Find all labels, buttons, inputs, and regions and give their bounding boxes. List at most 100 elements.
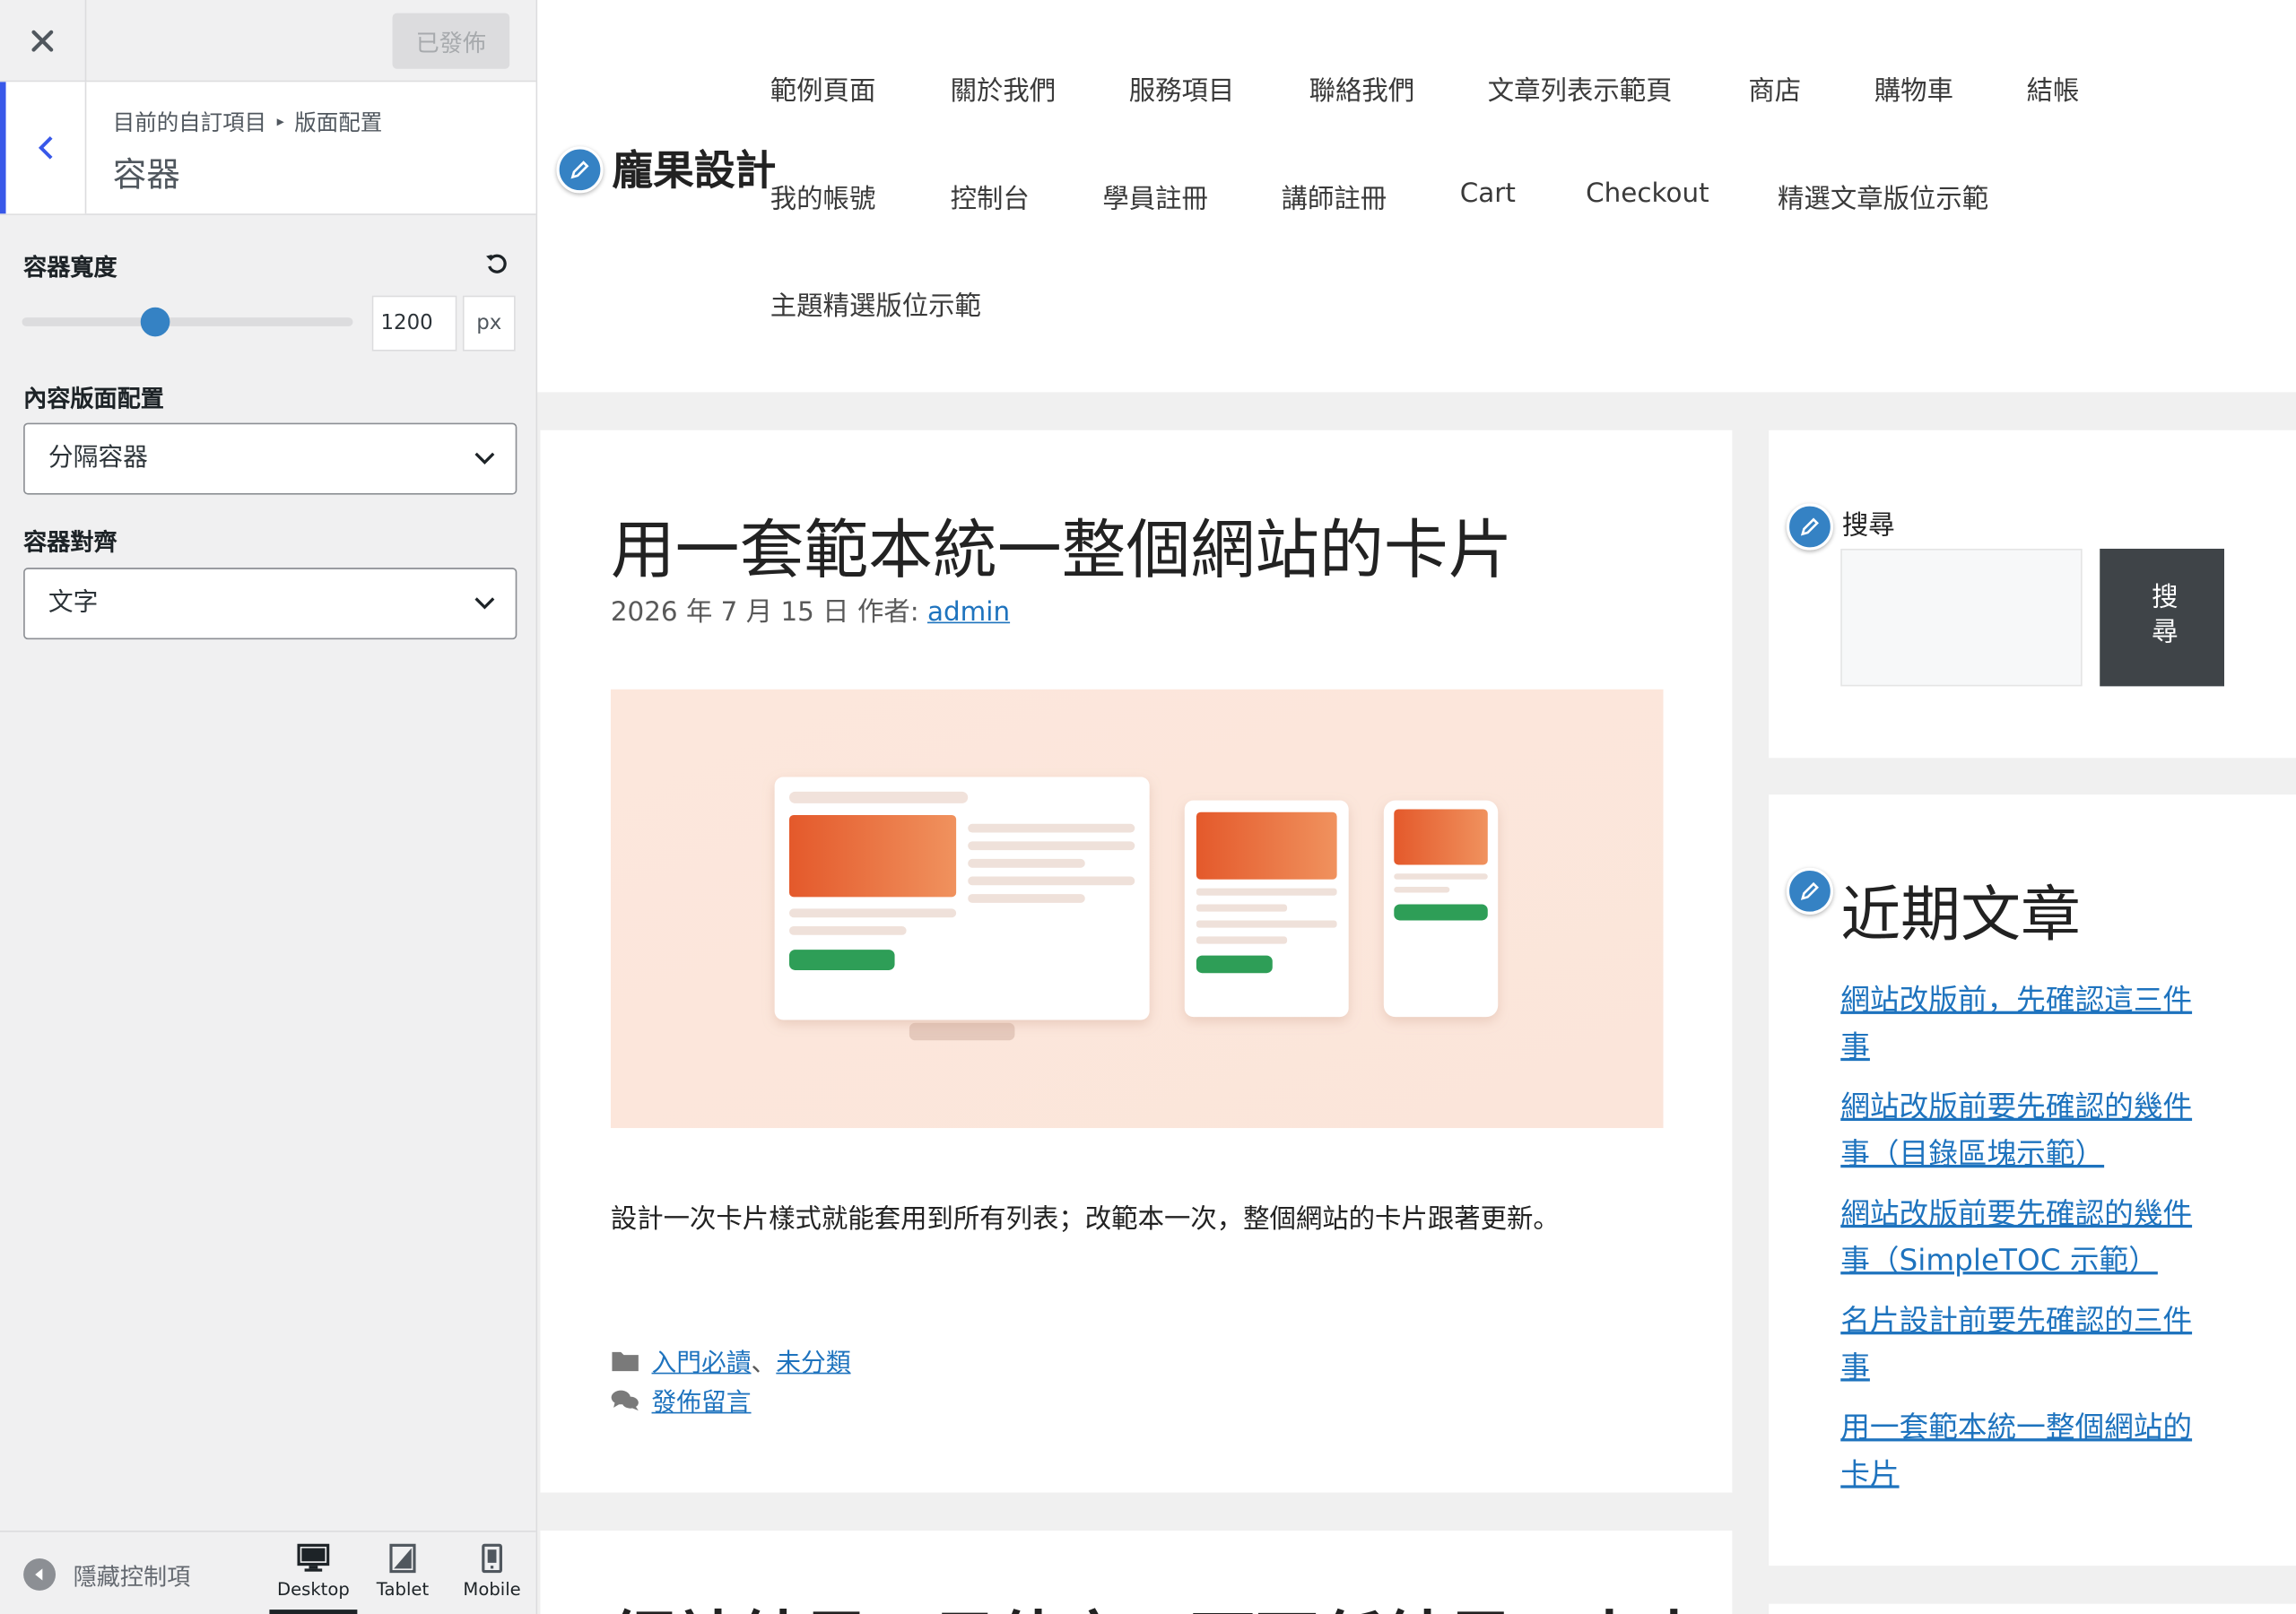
search-button[interactable]: 搜尋	[2100, 548, 2224, 687]
recent-posts-title: 近期文章	[1840, 879, 2081, 950]
search-button-label: 搜尋	[2147, 582, 2179, 653]
site-header: 龐果設計 範例頁面 關於我們 服務項目 聯絡我們 文章列表示範頁 商店 購物車 …	[537, 0, 2296, 393]
post-meta: 2026 年 7 月 15 日 作者: admin	[611, 591, 1010, 629]
post-article: 用一套範本統一整個網站的卡片 2026 年 7 月 15 日 作者: admin	[540, 430, 1733, 1493]
post-title[interactable]: 網站結果一目估方，可不任結果一十十一手機	[611, 1589, 1733, 1614]
edit-shortcut-button[interactable]	[556, 146, 604, 194]
chevron-left-icon	[38, 136, 53, 160]
reset-icon[interactable]	[483, 250, 509, 276]
recent-posts-list: 網站改版前，先確認這三件事 網站改版前要先確認的幾件事（目錄區塊示範） 網站改版…	[1840, 976, 2218, 1510]
desktop-icon	[297, 1543, 330, 1572]
category-link[interactable]: 未分類	[776, 1349, 850, 1379]
sidebar-widget	[1769, 1603, 2296, 1614]
recent-post-link[interactable]: 網站改版前要先確認的幾件事（目錄區塊示範）	[1840, 1089, 2192, 1170]
search-input[interactable]	[1840, 548, 2083, 687]
container-alignment-select[interactable]: 文字	[23, 568, 517, 640]
container-width-slider-thumb[interactable]	[140, 307, 170, 337]
mobile-icon	[482, 1543, 502, 1574]
pencil-icon	[1800, 881, 1819, 900]
leave-comment-link[interactable]: 發佈留言	[652, 1382, 752, 1419]
back-button[interactable]	[0, 82, 87, 214]
section-title: 容器	[112, 156, 180, 195]
container-width-input[interactable]: 1200	[371, 295, 457, 351]
container-width-slider-track[interactable]	[22, 317, 353, 326]
width-unit-button[interactable]: px	[462, 295, 516, 351]
container-alignment-value: 文字	[48, 588, 99, 618]
list-item: 用一套範本統一整個網站的卡片	[1840, 1403, 2218, 1497]
chevron-down-icon	[474, 597, 495, 610]
device-label: Tablet	[376, 1578, 430, 1600]
edit-shortcut-button[interactable]	[1786, 867, 1834, 915]
featured-image-illustration	[610, 689, 1664, 1129]
content-layout-value: 分隔容器	[48, 443, 148, 473]
search-widget-title: 搜尋	[1841, 510, 1895, 542]
nav-item[interactable]: 範例頁面	[770, 70, 876, 108]
customizer-header: 已發佈	[0, 0, 536, 82]
pencil-icon	[1800, 517, 1819, 536]
post-date: 2026 年 7 月 15 日	[610, 596, 849, 629]
nav-item[interactable]: 講師註冊	[1282, 178, 1387, 216]
close-icon	[31, 30, 54, 52]
next-post-article: 網站結果一目估方，可不任結果一十十一手機	[540, 1530, 1733, 1614]
recent-post-link[interactable]: 名片設計前要先確認的三件事	[1840, 1302, 2192, 1384]
publish-button[interactable]: 已發佈	[392, 13, 510, 69]
device-mobile-button[interactable]: Mobile	[448, 1543, 536, 1614]
chevron-down-icon	[474, 452, 495, 464]
breadcrumb-item: 版面配置	[294, 109, 383, 136]
site-title[interactable]: 龐果設計	[612, 143, 776, 197]
author-link[interactable]: admin	[927, 597, 1010, 628]
site-preview: 龐果設計 範例頁面 關於我們 服務項目 聯絡我們 文章列表示範頁 商店 購物車 …	[537, 0, 2296, 1614]
pencil-icon	[570, 161, 589, 179]
device-tablet-button[interactable]: Tablet	[359, 1543, 447, 1614]
customizer-sidebar: 已發佈 目前的自訂項目 ▸ 版面配置 容器 容器寬度 1200 px 內容版面配…	[0, 0, 538, 1614]
nav-item[interactable]: 學員註冊	[1102, 178, 1208, 216]
nav-item[interactable]: 服務項目	[1129, 70, 1235, 108]
tablet-icon	[389, 1543, 416, 1574]
recent-post-link[interactable]: 用一套範本統一整個網站的卡片	[1840, 1410, 2192, 1491]
list-item: 網站改版前要先確認的幾件事（SimpleTOC 示範）	[1840, 1190, 2218, 1283]
category-separator: 、	[751, 1349, 777, 1379]
nav-item[interactable]: 我的帳號	[770, 178, 876, 216]
nav-item[interactable]: 聯絡我們	[1309, 70, 1415, 108]
customizer-footer: 隱藏控制項 Desktop Tablet Mobile	[0, 1530, 536, 1614]
category-link[interactable]: 入門必讀	[652, 1349, 752, 1379]
recent-post-link[interactable]: 網站改版前要先確認的幾件事（SimpleTOC 示範）	[1840, 1195, 2192, 1277]
nav-item[interactable]: 精選文章版位示範	[1778, 178, 1988, 216]
hide-controls-label: 隱藏控制項	[73, 1562, 191, 1591]
section-header: 目前的自訂項目 ▸ 版面配置 容器	[0, 82, 536, 215]
folder-icon	[612, 1351, 639, 1371]
list-item: 網站改版前要先確認的幾件事（目錄區塊示範）	[1840, 1083, 2218, 1176]
post-title[interactable]: 用一套範本統一整個網站的卡片	[611, 498, 1513, 591]
nav-item[interactable]: 關於我們	[951, 70, 1057, 108]
breadcrumb-arrow-icon: ▸	[276, 114, 284, 131]
nav-item[interactable]: 購物車	[1874, 70, 1953, 108]
breadcrumb: 目前的自訂項目 ▸ 版面配置	[113, 107, 383, 137]
close-customizer-button[interactable]	[0, 0, 87, 82]
featured-image[interactable]	[610, 689, 1664, 1129]
container-alignment-label: 容器對齊	[23, 528, 117, 557]
nav-item[interactable]: 主題精選版位示範	[770, 285, 981, 323]
list-item: 網站改版前，先確認這三件事	[1840, 976, 2218, 1069]
nav-item[interactable]: 結帳	[2027, 70, 2080, 108]
hide-controls-button[interactable]: 隱藏控制項	[23, 1557, 190, 1592]
comments-icon	[611, 1389, 639, 1410]
nav-item[interactable]: 控制台	[951, 178, 1030, 216]
site-title-text: 龐果設計	[612, 146, 777, 195]
list-item: 名片設計前要先確認的三件事	[1840, 1297, 2218, 1390]
container-width-label: 容器寬度	[23, 253, 117, 282]
author-prefix: 作者:	[857, 596, 919, 629]
content-layout-select[interactable]: 分隔容器	[23, 422, 517, 495]
nav-item[interactable]: 商店	[1748, 70, 1801, 108]
nav-item[interactable]: Cart	[1460, 178, 1516, 209]
edit-shortcut-button[interactable]	[1786, 503, 1834, 551]
device-label: Desktop	[276, 1578, 350, 1600]
nav-item[interactable]: Checkout	[1586, 178, 1709, 209]
recent-posts-widget: 近期文章 網站改版前，先確認這三件事 網站改版前要先確認的幾件事（目錄區塊示範）…	[1769, 794, 2296, 1566]
recent-post-link[interactable]: 網站改版前，先確認這三件事	[1840, 982, 2192, 1063]
post-comments: 發佈留言	[611, 1382, 752, 1419]
nav-item[interactable]: 文章列表示範頁	[1488, 70, 1673, 108]
breadcrumb-item: 目前的自訂項目	[112, 109, 267, 136]
collapse-icon	[23, 1558, 57, 1591]
device-label: Mobile	[463, 1578, 521, 1600]
device-desktop-button[interactable]: Desktop	[269, 1543, 358, 1614]
